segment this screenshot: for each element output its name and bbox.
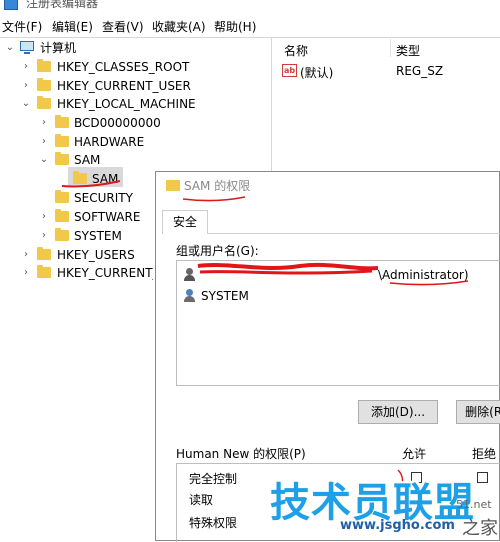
redaction-scribble [199,269,373,275]
redaction-scribble [197,262,379,271]
annotation-overlay [61,180,469,486]
underline-sam-mark [61,180,121,188]
watermark-url: www.jsgho.com [340,518,455,533]
underline-title-mark [182,196,246,202]
watermark-side-text: 之家 [462,518,498,539]
underline-admin-mark [389,280,469,286]
watermark: 技术员联盟 www.jsgho.com 51.net 之家 [270,470,500,541]
watermark-side-number: 51.net [456,498,492,511]
